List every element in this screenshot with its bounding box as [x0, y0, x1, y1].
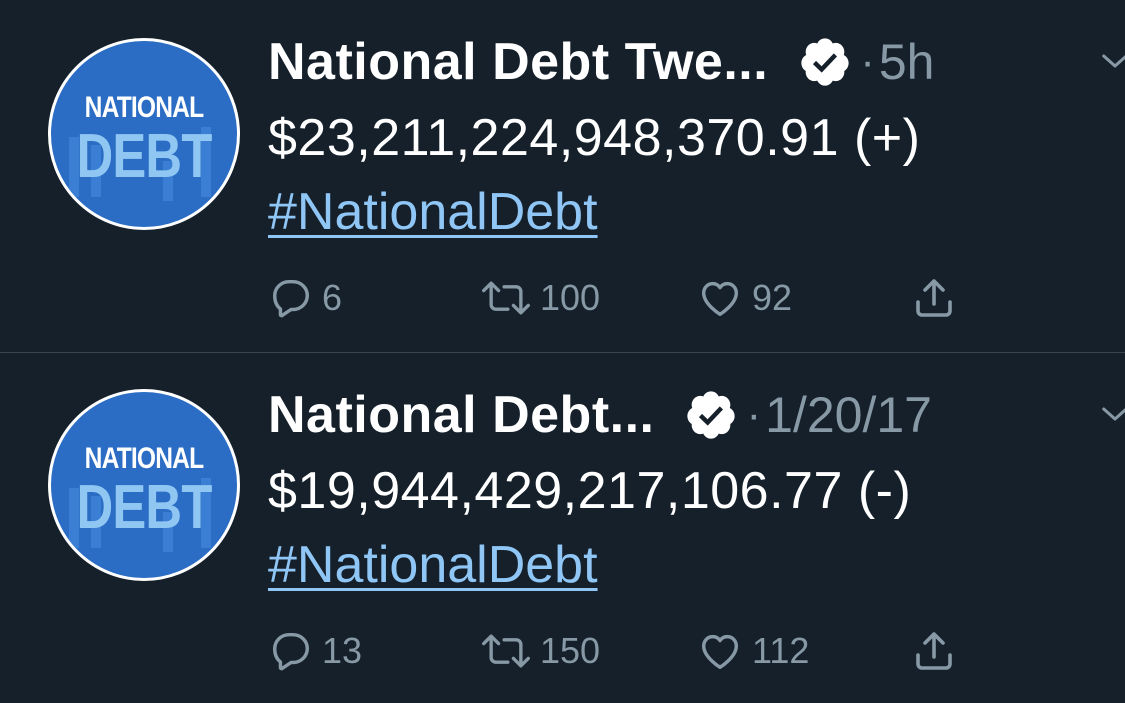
retweet-icon — [482, 634, 530, 668]
retweet-button[interactable]: 100 — [480, 270, 600, 326]
avatar[interactable]: NATIONAL DEBT — [48, 38, 240, 230]
tweet-actions: 13 150 112 — [268, 623, 988, 679]
share-button[interactable] — [910, 270, 958, 326]
display-name[interactable]: National Debt Twe... — [268, 32, 768, 92]
retweet-count: 100 — [540, 277, 601, 318]
avatar[interactable]: NATIONAL DEBT — [48, 389, 240, 581]
share-button[interactable] — [910, 623, 958, 679]
like-button[interactable]: 92 — [696, 270, 792, 326]
tweet[interactable]: NATIONAL DEBT National Debt... · 1/20/17… — [0, 353, 1125, 703]
timestamp[interactable]: 5h — [879, 33, 935, 91]
chevron-down-icon[interactable] — [1100, 46, 1125, 76]
hashtag-link[interactable]: #NationalDebt — [268, 182, 598, 242]
like-icon — [701, 634, 739, 670]
avatar-logo-debt: DEBT — [76, 473, 212, 542]
separator-dot: · — [746, 390, 762, 439]
retweet-count: 150 — [540, 630, 601, 671]
tweet-text: $19,944,429,217,106.77 (-) — [268, 462, 912, 520]
chevron-down-icon[interactable] — [1100, 399, 1125, 429]
reply-count: 6 — [322, 277, 343, 318]
like-count: 92 — [752, 277, 793, 318]
like-count: 112 — [752, 630, 810, 671]
hashtag-link[interactable]: #NationalDebt — [268, 535, 598, 595]
like-icon — [701, 281, 739, 317]
reply-count: 13 — [322, 630, 363, 671]
tweet-header: National Debt... · 1/20/17 — [268, 383, 1125, 447]
reply-button[interactable]: 13 — [268, 623, 362, 679]
verified-icon — [801, 38, 849, 86]
share-icon — [916, 279, 952, 317]
share-icon — [916, 632, 952, 670]
separator-dot: · — [860, 37, 875, 86]
display-name[interactable]: National Debt... — [268, 385, 654, 445]
tweet[interactable]: NATIONAL DEBT National Debt Twe... · 5h … — [0, 0, 1125, 353]
like-button[interactable]: 112 — [696, 623, 809, 679]
tweet-actions: 6 100 92 — [268, 270, 988, 326]
reply-icon — [272, 279, 310, 318]
timeline-feed: NATIONAL DEBT National Debt Twe... · 5h … — [0, 0, 1125, 703]
timestamp[interactable]: 1/20/17 — [765, 386, 932, 444]
reply-icon — [272, 632, 310, 671]
avatar-logo-national: NATIONAL — [84, 442, 205, 475]
retweet-icon — [482, 281, 530, 315]
verified-icon — [687, 391, 736, 439]
reply-button[interactable]: 6 — [268, 270, 342, 326]
avatar-logo-national: NATIONAL — [84, 91, 205, 124]
retweet-button[interactable]: 150 — [480, 623, 600, 679]
avatar-logo-debt: DEBT — [76, 122, 212, 191]
tweet-text: $23,211,224,948,370.91 (+) — [268, 109, 921, 167]
tweet-header: National Debt Twe... · 5h — [268, 30, 1125, 94]
